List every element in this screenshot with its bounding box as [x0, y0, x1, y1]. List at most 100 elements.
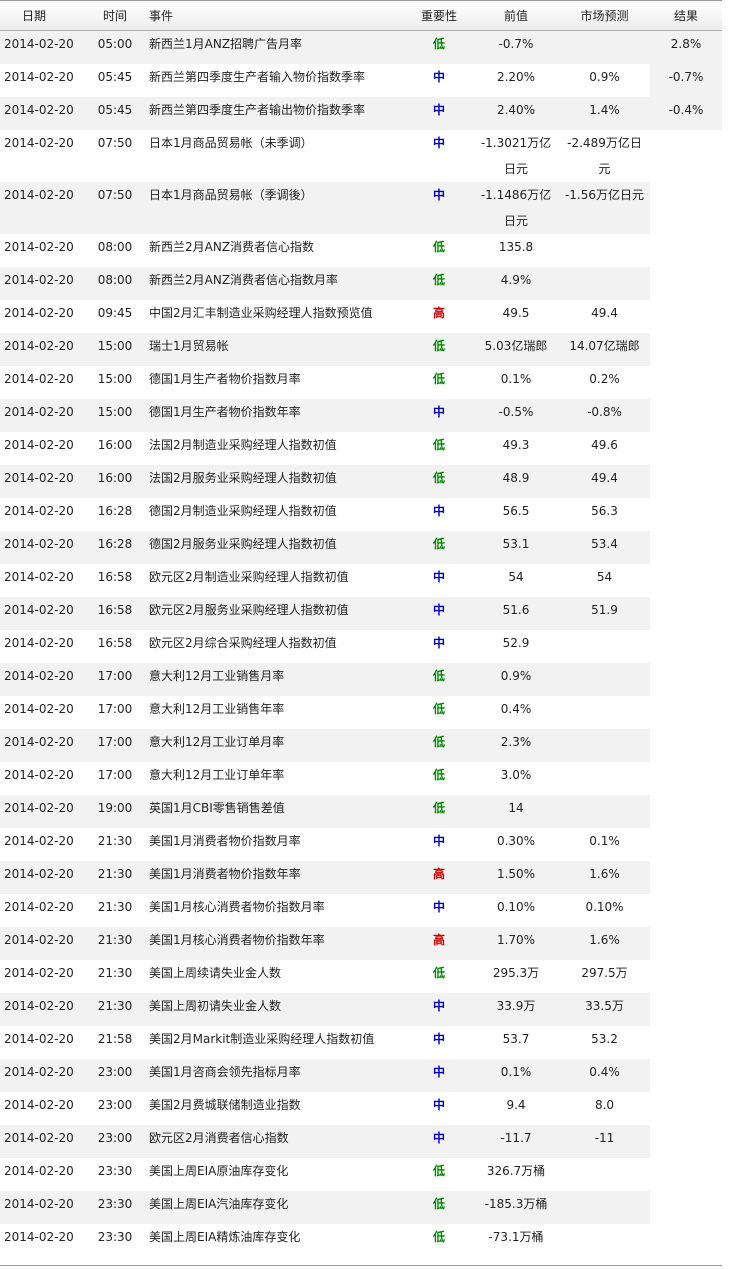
cell-forecast: 1.4%: [559, 96, 650, 130]
cell-previous: 14: [473, 794, 559, 828]
cell-previous: 3.0%: [473, 761, 559, 795]
cell-event: 意大利12月工业销售年率: [145, 695, 405, 729]
cell-result: [650, 181, 722, 234]
cell-result: [650, 596, 722, 630]
cell-time: 23:00: [85, 1124, 145, 1158]
cell-forecast: 49.6: [559, 431, 650, 465]
cell-time: 21:30: [85, 926, 145, 960]
calendar-container: 日期 时间 事件 重要性 前值 市场预测 结果 2014-02-20 05:00 新…: [0, 0, 730, 1266]
cell-previous: -0.7%: [473, 30, 559, 64]
cell-event: 美国上周初请失业金人数: [145, 992, 405, 1026]
cell-time: 17:00: [85, 761, 145, 795]
cell-date: 2014-02-20: [0, 129, 85, 182]
cell-time: 05:45: [85, 96, 145, 130]
cell-result: [650, 497, 722, 531]
cell-forecast: [559, 1190, 650, 1224]
cell-previous: 2.40%: [473, 96, 559, 130]
table-row: 2014-02-20 21:30 美国1月核心消费者物价指数月率中 0.10% 0.10…: [0, 893, 722, 927]
cell-time: 21:30: [85, 827, 145, 861]
cell-result: [650, 794, 722, 828]
table-row: 2014-02-20 07:50 日本1月商品贸易帐（未季调）中 -1.3021万亿日…: [0, 129, 722, 182]
cell-date: 2014-02-20: [0, 1190, 85, 1224]
cell-event: 美国2月Markit制造业采购经理人指数初值: [145, 1025, 405, 1059]
cell-result: [650, 926, 722, 960]
cell-importance: 中: [405, 596, 473, 630]
cell-result: [650, 431, 722, 465]
cell-time: 15:00: [85, 398, 145, 432]
cell-time: 17:00: [85, 662, 145, 696]
cell-importance: 中: [405, 1025, 473, 1059]
cell-time: 05:00: [85, 30, 145, 64]
cell-result: [650, 728, 722, 762]
cell-previous: 0.4%: [473, 695, 559, 729]
table-row: 2014-02-20 05:45 新西兰第四季度生产者输入物价指数季率中 2.20% 0…: [0, 63, 722, 97]
cell-forecast: [559, 629, 650, 663]
table-row: 2014-02-20 21:30 美国1月核心消费者物价指数年率高 1.70% 1.6%: [0, 926, 722, 960]
cell-forecast: [559, 233, 650, 267]
table-bottom-border: [0, 1265, 722, 1266]
table-row: 2014-02-20 15:00 德国1月生产者物价指数年率中 -0.5% -0.8%: [0, 398, 722, 432]
cell-result: [650, 1091, 722, 1125]
cell-event: 意大利12月工业订单年率: [145, 761, 405, 795]
cell-previous: 33.9万: [473, 992, 559, 1026]
cell-importance: 高: [405, 860, 473, 894]
cell-result: [650, 662, 722, 696]
cell-date: 2014-02-20: [0, 596, 85, 630]
cell-result: [650, 860, 722, 894]
cell-event: 欧元区2月消费者信心指数: [145, 1124, 405, 1158]
cell-event: 德国2月服务业采购经理人指数初值: [145, 530, 405, 564]
cell-forecast: 1.6%: [559, 860, 650, 894]
cell-previous: 0.9%: [473, 662, 559, 696]
table-row: 2014-02-20 21:30 美国1月消费者物价指数月率中 0.30% 0.1%: [0, 827, 722, 861]
cell-importance: 中: [405, 129, 473, 182]
table-row: 2014-02-20 16:00 法国2月服务业采购经理人指数初值低 48.9 49.4: [0, 464, 722, 498]
cell-time: 08:00: [85, 266, 145, 300]
cell-result: [650, 1190, 722, 1224]
cell-result: [650, 1124, 722, 1158]
cell-event: 德国2月制造业采购经理人指数初值: [145, 497, 405, 531]
cell-forecast: [559, 1157, 650, 1191]
cell-time: 16:00: [85, 431, 145, 465]
cell-date: 2014-02-20: [0, 926, 85, 960]
table-row: 2014-02-20 23:00 欧元区2月消费者信心指数中 -11.7 -11: [0, 1124, 722, 1158]
table-body: 2014-02-20 05:00 新西兰1月ANZ招聘广告月率低 -0.7% 2.8% 2…: [0, 30, 722, 1257]
cell-event: 美国1月核心消费者物价指数月率: [145, 893, 405, 927]
cell-forecast: -2.489万亿日元: [559, 129, 650, 182]
cell-event: 中国2月汇丰制造业采购经理人指数预览值: [145, 299, 405, 333]
cell-previous: 0.30%: [473, 827, 559, 861]
cell-importance: 低: [405, 266, 473, 300]
cell-time: 19:00: [85, 794, 145, 828]
cell-result: [650, 233, 722, 267]
table-row: 2014-02-20 16:28 德国2月制造业采购经理人指数初值中 56.5 56.3: [0, 497, 722, 531]
cell-previous: 54: [473, 563, 559, 597]
cell-event: 美国上周EIA精炼油库存变化: [145, 1223, 405, 1257]
cell-result: [650, 129, 722, 182]
cell-importance: 中: [405, 497, 473, 531]
cell-date: 2014-02-20: [0, 662, 85, 696]
cell-result: [650, 893, 722, 927]
cell-event: 美国1月消费者物价指数月率: [145, 827, 405, 861]
cell-forecast: [559, 794, 650, 828]
header-row: 日期 时间 事件 重要性 前值 市场预测 结果: [0, 0, 722, 31]
cell-date: 2014-02-20: [0, 1157, 85, 1191]
cell-previous: 0.10%: [473, 893, 559, 927]
cell-result: 2.8%: [650, 30, 722, 64]
cell-importance: 低: [405, 233, 473, 267]
cell-forecast: 297.5万: [559, 959, 650, 993]
economic-calendar-table: 日期 时间 事件 重要性 前值 市场预测 结果 2014-02-20 05:00 新…: [0, 0, 722, 1257]
cell-importance: 中: [405, 1058, 473, 1092]
cell-event: 新西兰2月ANZ消费者信心指数: [145, 233, 405, 267]
cell-previous: 9.4: [473, 1091, 559, 1125]
cell-importance: 中: [405, 398, 473, 432]
cell-date: 2014-02-20: [0, 860, 85, 894]
cell-forecast: 1.6%: [559, 926, 650, 960]
cell-importance: 低: [405, 431, 473, 465]
cell-time: 05:45: [85, 63, 145, 97]
table-row: 2014-02-20 21:58 美国2月Markit制造业采购经理人指数初值中 53…: [0, 1025, 722, 1059]
cell-result: [650, 398, 722, 432]
table-row: 2014-02-20 09:45 中国2月汇丰制造业采购经理人指数预览值高 49.5 4…: [0, 299, 722, 333]
cell-event: 美国1月核心消费者物价指数年率: [145, 926, 405, 960]
cell-forecast: 0.2%: [559, 365, 650, 399]
cell-importance: 低: [405, 695, 473, 729]
cell-forecast: -11: [559, 1124, 650, 1158]
